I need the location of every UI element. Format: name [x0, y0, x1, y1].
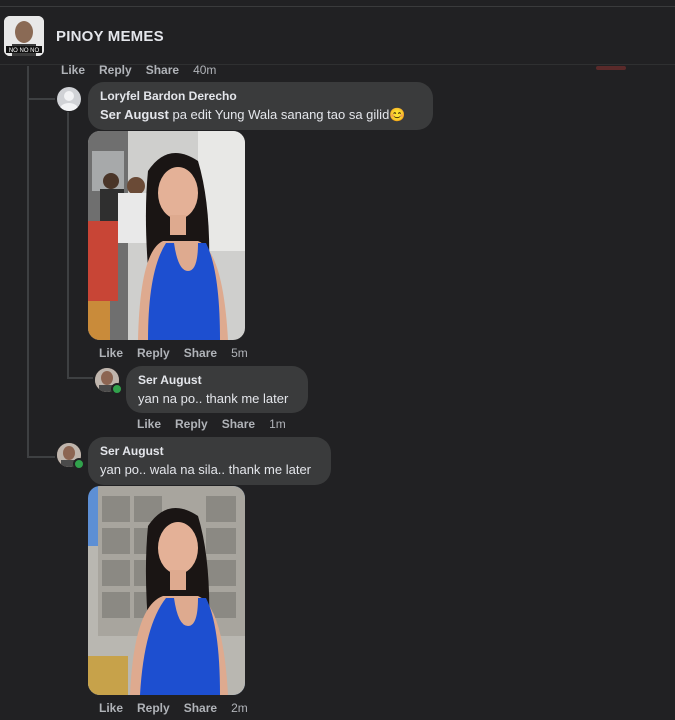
comment-body: pa edit Yung Wala sanang tao sa gilid — [168, 107, 390, 122]
comment-author[interactable]: Ser August — [138, 373, 296, 387]
comment-body: yan na po.. thank me later — [138, 391, 289, 406]
share-button[interactable]: Share — [184, 346, 217, 360]
comment-bubble-loryfel: Loryfel Bardon Derecho Ser August pa edi… — [88, 82, 433, 130]
page-avatar-icon[interactable]: NO NO NO — [4, 16, 44, 56]
online-status-icon — [111, 383, 123, 395]
comment-actions-ser-august: Like Reply Share 2m — [99, 701, 248, 715]
like-button[interactable]: Like — [99, 701, 123, 715]
reply-button[interactable]: Reply — [175, 417, 208, 431]
reply-button[interactable]: Reply — [137, 346, 170, 360]
comment-photo-1[interactable] — [88, 131, 245, 340]
comment-bubble-reply: Ser August yan na po.. thank me later — [126, 366, 308, 413]
comment-author[interactable]: Loryfel Bardon Derecho — [100, 89, 421, 103]
share-button[interactable]: Share — [184, 701, 217, 715]
comment-time[interactable]: 40m — [193, 63, 216, 77]
share-button[interactable]: Share — [222, 417, 255, 431]
comment-time[interactable]: 2m — [231, 701, 248, 715]
smile-emoji-icon: 😊 — [389, 107, 406, 122]
thread-line-reply — [67, 112, 69, 378]
online-status-icon — [73, 458, 85, 470]
comment-author[interactable]: Ser August — [100, 444, 319, 458]
share-button[interactable]: Share — [146, 63, 179, 77]
comment-photo-2[interactable] — [88, 486, 245, 695]
comment-actions-reply: Like Reply Share 1m — [137, 417, 286, 431]
reaction-indicator — [596, 66, 626, 70]
comment-actions-top: Like Reply Share 40m — [61, 63, 216, 77]
comment-body: yan po.. wala na sila.. thank me later — [100, 462, 312, 477]
avatar-loryfel[interactable] — [57, 87, 81, 111]
comment-text: Ser August pa edit Yung Wala sanang tao … — [100, 107, 405, 122]
comment-actions-loryfel: Like Reply Share 5m — [99, 346, 248, 360]
mention-link[interactable]: Ser August — [100, 107, 169, 122]
thread-branch-2 — [27, 456, 55, 458]
like-button[interactable]: Like — [99, 346, 123, 360]
like-button[interactable]: Like — [61, 63, 85, 77]
comment-time[interactable]: 5m — [231, 346, 248, 360]
thread-branch-reply — [67, 377, 93, 379]
thread-branch-1 — [27, 98, 55, 100]
reply-button[interactable]: Reply — [137, 701, 170, 715]
page-title[interactable]: PINOY MEMES — [56, 28, 164, 45]
svg-text:NO NO NO: NO NO NO — [9, 48, 40, 54]
thread-line-main — [27, 66, 29, 458]
like-button[interactable]: Like — [137, 417, 161, 431]
comment-time[interactable]: 1m — [269, 417, 286, 431]
reply-button[interactable]: Reply — [99, 63, 132, 77]
post-header: NO NO NO PINOY MEMES — [0, 14, 675, 60]
top-divider — [0, 6, 675, 7]
comment-bubble-ser-august: Ser August yan po.. wala na sila.. thank… — [88, 437, 331, 485]
